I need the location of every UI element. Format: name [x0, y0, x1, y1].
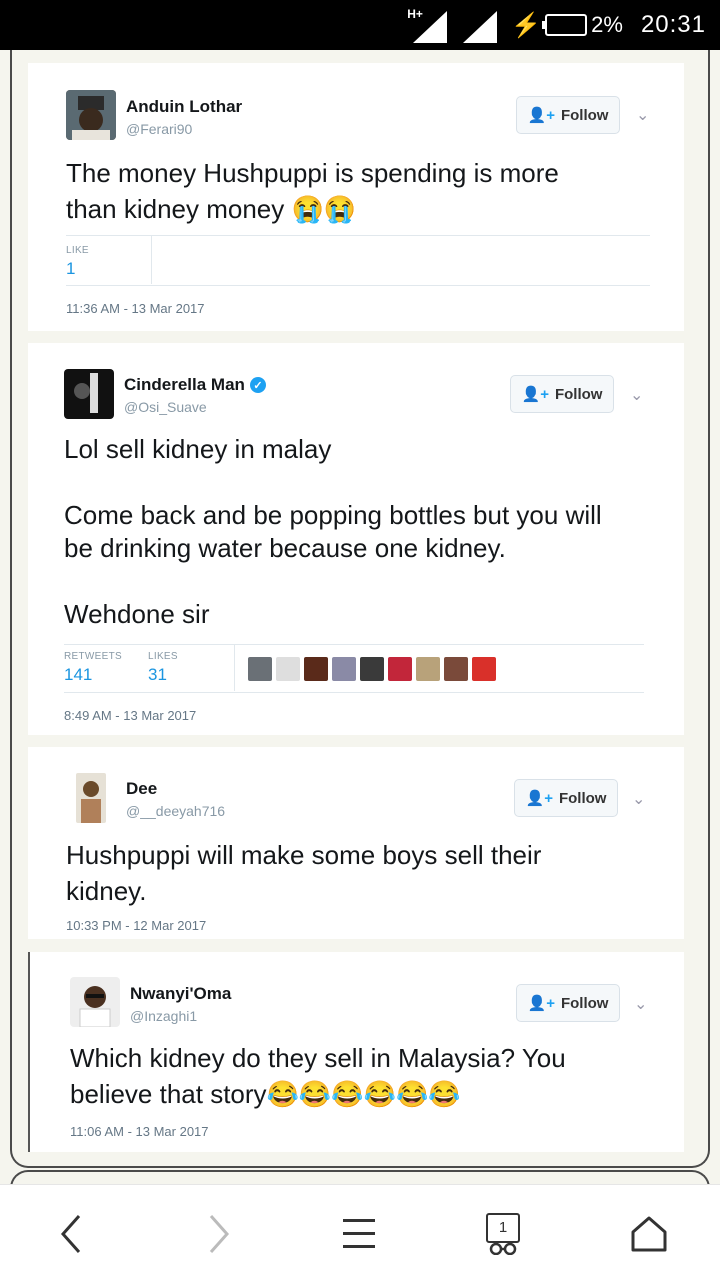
chevron-down-icon[interactable]: ⌄	[630, 385, 643, 405]
follow-button[interactable]: 👤+ Follow	[516, 984, 620, 1022]
user-handle[interactable]: @Osi_Suave	[124, 399, 207, 415]
likes-label: LIKE	[66, 245, 89, 256]
divider	[66, 235, 650, 236]
status-bar: H+ ⚡ 2% 20:31	[0, 0, 720, 50]
user-handle[interactable]: @Inzaghi1	[130, 1008, 197, 1024]
liker-avatars[interactable]	[248, 657, 496, 681]
tweet-card[interactable]: Cinderella Man ✓ @Osi_Suave 👤+ Follow ⌄ Lo…	[28, 343, 684, 735]
tweet-text: Which kidney do they sell in Malaysia? Y…	[70, 1043, 566, 1109]
liker-avatar[interactable]	[360, 657, 384, 681]
tweet-card[interactable]: Dee @__deeyah716 👤+ Follow ⌄ Hushpuppi wi…	[28, 747, 684, 939]
avatar[interactable]	[66, 90, 116, 140]
likes-count[interactable]: 1	[66, 259, 75, 279]
charging-icon: ⚡	[511, 11, 542, 39]
add-user-icon: 👤+	[527, 995, 555, 1012]
add-user-icon: 👤+	[527, 107, 555, 124]
avatar[interactable]	[76, 773, 106, 823]
liker-avatar[interactable]	[444, 657, 468, 681]
tweet-text: Lol sell kidney in malay Come back and b…	[64, 434, 602, 629]
tabs-icon: 1	[486, 1213, 520, 1255]
add-user-icon: 👤+	[521, 386, 549, 403]
follow-button[interactable]: 👤+ Follow	[516, 96, 620, 134]
likes-label: LIKES	[148, 651, 178, 662]
add-user-icon: 👤+	[525, 790, 553, 807]
battery-icon	[542, 14, 588, 36]
forward-button[interactable]	[194, 1209, 244, 1259]
liker-avatar[interactable]	[388, 657, 412, 681]
liker-avatar[interactable]	[472, 657, 496, 681]
avatar[interactable]	[70, 977, 120, 1027]
hamburger-menu-icon	[343, 1219, 375, 1248]
tweet-timestamp[interactable]: 11:06 AM - 13 Mar 2017	[70, 1124, 209, 1139]
wifi-signal-icon	[461, 9, 499, 43]
user-handle[interactable]: @Ferari90	[126, 121, 192, 137]
user-name[interactable]: Dee	[126, 779, 157, 799]
likes-count[interactable]: 31	[148, 665, 167, 685]
user-name[interactable]: Nwanyi'Oma	[130, 984, 231, 1004]
chevron-down-icon[interactable]: ⌄	[636, 105, 649, 125]
network-type-label: H+	[407, 7, 423, 21]
liker-avatar[interactable]	[332, 657, 356, 681]
user-handle[interactable]: @__deeyah716	[126, 803, 225, 819]
chevron-down-icon[interactable]: ⌄	[632, 789, 645, 809]
home-button[interactable]	[624, 1209, 674, 1259]
liker-avatar[interactable]	[304, 657, 328, 681]
mobile-data-signal-icon: H+	[407, 7, 449, 43]
chevron-down-icon[interactable]: ⌄	[634, 994, 647, 1014]
follow-button[interactable]: 👤+ Follow	[514, 779, 618, 817]
liker-avatar[interactable]	[416, 657, 440, 681]
liker-avatar[interactable]	[276, 657, 300, 681]
tweet-timestamp[interactable]: 11:36 AM - 13 Mar 2017	[66, 301, 205, 316]
tweet-card[interactable]: Nwanyi'Oma @Inzaghi1 👤+ Follow ⌄ Which ki…	[28, 952, 684, 1152]
back-button[interactable]	[46, 1209, 96, 1259]
liker-avatar[interactable]	[248, 657, 272, 681]
browser-nav-bar: 1	[0, 1184, 720, 1280]
divider	[64, 644, 644, 645]
tweet-text: Hushpuppi will make some boys sell their…	[66, 840, 542, 906]
divider	[151, 236, 152, 284]
tab-count: 1	[498, 1219, 508, 1236]
divider	[234, 645, 235, 691]
tabs-button[interactable]: 1	[478, 1209, 528, 1259]
tweet-card[interactable]: Anduin Lothar @Ferari90 👤+ Follow ⌄ The m…	[28, 63, 684, 331]
avatar[interactable]	[64, 369, 114, 419]
follow-button[interactable]: 👤+ Follow	[510, 375, 614, 413]
chevron-left-icon	[60, 1215, 81, 1253]
home-icon	[631, 1216, 667, 1252]
user-name[interactable]: Anduin Lothar	[126, 97, 242, 117]
clock: 20:31	[640, 11, 706, 38]
tweet-timestamp[interactable]: 8:49 AM - 13 Mar 2017	[64, 708, 196, 723]
verified-badge-icon: ✓	[249, 377, 266, 393]
user-name[interactable]: Cinderella Man ✓	[124, 375, 266, 395]
battery-percent: 2%	[591, 12, 623, 37]
divider	[64, 692, 644, 693]
tweet-text: The money Hushpuppi is spending is more …	[66, 158, 559, 224]
tweet-timestamp[interactable]: 10:33 PM - 12 Mar 2017	[66, 918, 206, 933]
retweets-count[interactable]: 141	[64, 665, 92, 685]
divider	[66, 285, 650, 286]
chevron-right-icon	[209, 1215, 230, 1253]
menu-button[interactable]	[334, 1209, 384, 1259]
retweets-label: RETWEETS	[64, 651, 122, 662]
